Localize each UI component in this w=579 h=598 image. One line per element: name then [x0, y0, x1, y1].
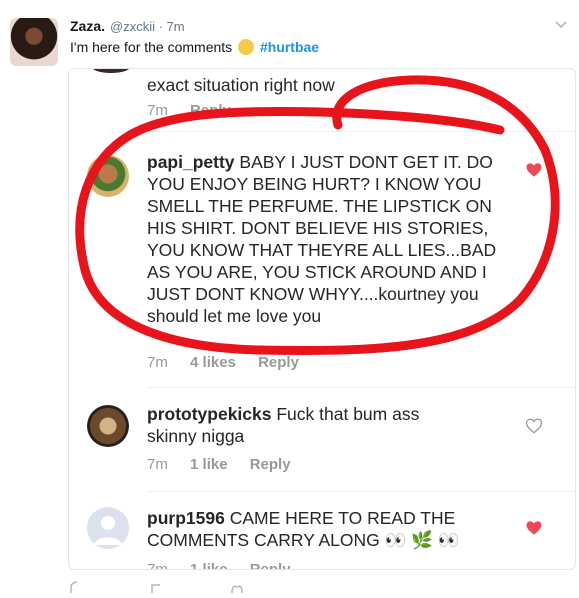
divider: [147, 131, 575, 132]
reply-link[interactable]: Reply: [258, 354, 299, 371]
tweet-actions: [70, 580, 370, 594]
comment-meta: 7m Reply: [147, 102, 249, 119]
avatar[interactable]: [87, 405, 129, 447]
like-icon[interactable]: [230, 580, 244, 594]
comment-time: 7m: [147, 354, 168, 371]
display-name[interactable]: Zaza.: [70, 18, 105, 34]
comment-meta: 7m 1 like Reply: [147, 561, 309, 570]
avatar[interactable]: [87, 507, 129, 549]
avatar[interactable]: [87, 155, 129, 197]
likes-count[interactable]: 4 likes: [190, 354, 236, 371]
likes-count[interactable]: 1 like: [190, 561, 228, 569]
comment-time: 7m: [147, 561, 168, 570]
comment-text: prototypekicks Fuck that bum ass skinny …: [147, 403, 467, 447]
comment-body: BABY I JUST DONT GET IT. DO YOU ENJOY BE…: [147, 152, 497, 326]
comment-meta: 7m 1 like Reply: [147, 456, 309, 473]
comment-time: 7m: [147, 102, 168, 119]
comment-text: purp1596 CAME HERE TO READ THE COMMENTS …: [147, 507, 487, 551]
chevron-down-icon[interactable]: [553, 16, 569, 32]
comment-time: 7m: [147, 456, 168, 473]
tweet-body: I'm here for the comments: [70, 39, 233, 55]
comment-username[interactable]: papi_petty: [147, 152, 235, 172]
divider: [147, 387, 575, 388]
heart-icon[interactable]: [525, 519, 543, 537]
comment-meta: 7m 4 likes Reply: [147, 354, 317, 371]
retweet-icon[interactable]: [150, 580, 164, 593]
handle-and-time[interactable]: @zxckii · 7m: [110, 19, 185, 34]
hashtag-link[interactable]: #hurtbae: [260, 39, 319, 55]
embedded-comments-screenshot: exact situation right now 7m Reply papi_…: [68, 68, 576, 570]
default-avatar-icon: [94, 516, 122, 545]
comment-username[interactable]: purp1596: [147, 508, 225, 528]
comment-text: papi_petty BABY I JUST DONT GET IT. DO Y…: [147, 151, 507, 327]
comment-username[interactable]: prototypekicks: [147, 404, 271, 424]
reply-link[interactable]: Reply: [190, 102, 231, 119]
avatar: [91, 69, 131, 73]
user-avatar[interactable]: [10, 18, 58, 66]
likes-count[interactable]: 1 like: [190, 456, 228, 473]
heart-icon[interactable]: [525, 417, 543, 435]
reply-link[interactable]: Reply: [250, 561, 291, 569]
heart-icon[interactable]: [525, 161, 543, 179]
divider: [147, 491, 575, 492]
reply-icon[interactable]: [70, 580, 84, 593]
laughing-emoji-icon: [238, 39, 255, 55]
tweet-text: I'm here for the comments #hurtbae: [70, 39, 319, 55]
tweet-header: Zaza. @zxckii · 7m I'm here for the comm…: [0, 0, 579, 72]
reply-link[interactable]: Reply: [250, 456, 291, 473]
comment-text: exact situation right now: [147, 75, 335, 95]
